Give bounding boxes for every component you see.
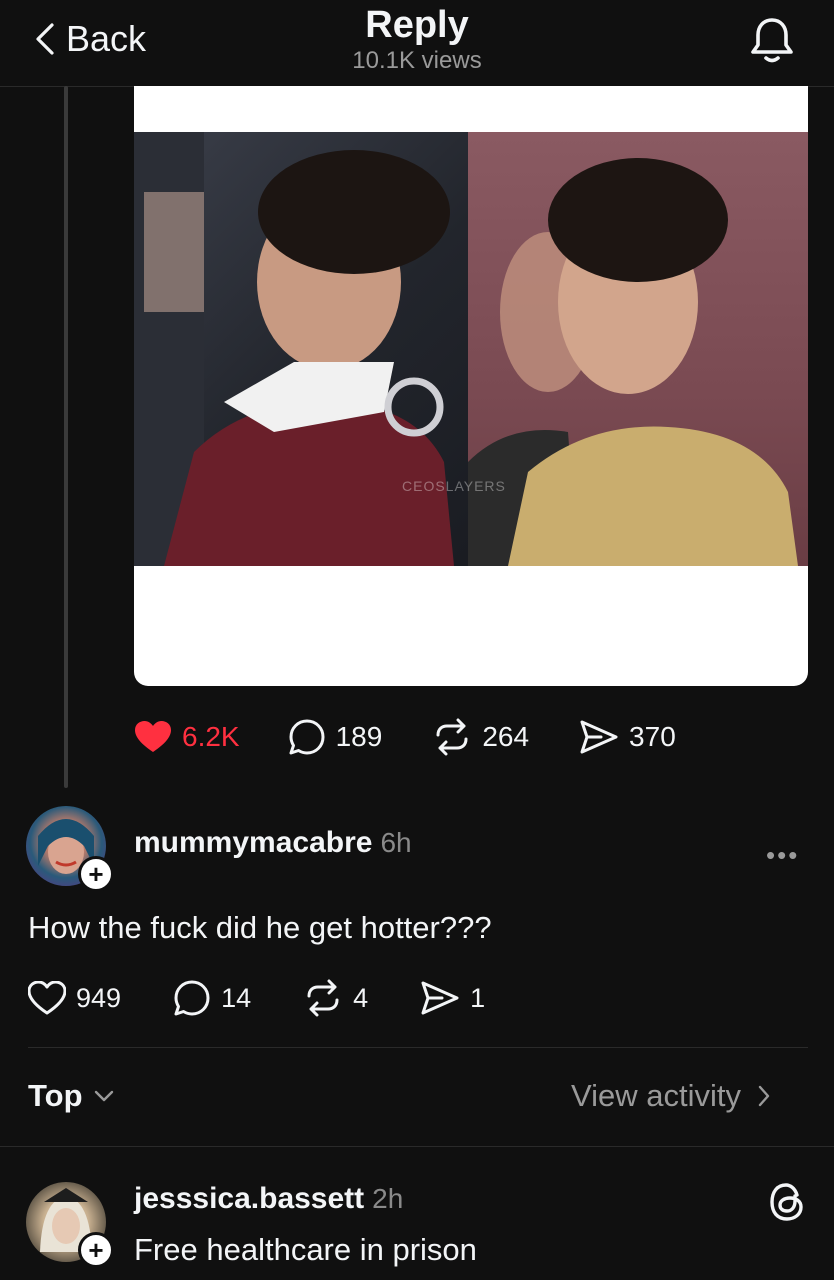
more-options-button[interactable]: •••	[766, 840, 799, 871]
post-actions: 6.2K 189 264 370	[134, 716, 676, 758]
comment-button[interactable]: 14	[173, 979, 251, 1017]
more-dots-icon: •••	[766, 840, 800, 870]
timestamp: 2h	[372, 1183, 404, 1214]
like-button[interactable]: 6.2K	[134, 720, 240, 754]
comment-count: 189	[335, 721, 383, 752]
share-count: 1	[470, 982, 486, 1013]
view-activity-label: View activity	[571, 1078, 741, 1113]
page-header: Reply 10.1K views	[0, 4, 834, 76]
threads-logo-icon[interactable]	[768, 1182, 806, 1222]
divider	[28, 1047, 808, 1048]
view-count: 10.1K views	[352, 47, 482, 74]
repost-icon	[307, 979, 339, 1017]
follow-button[interactable]: +	[78, 856, 114, 892]
image-watermark: CEOSLAYERS	[402, 478, 506, 494]
share-count: 370	[629, 721, 676, 752]
like-button[interactable]: 949	[28, 981, 121, 1015]
photo-right	[468, 132, 808, 566]
heart-icon	[28, 981, 66, 1015]
send-icon	[421, 981, 459, 1015]
chevron-down-icon	[94, 1090, 113, 1102]
like-count: 6.2K	[182, 721, 240, 752]
share-button[interactable]: 1	[420, 980, 485, 1016]
comment-count: 14	[221, 982, 252, 1013]
sort-dropdown[interactable]: Top	[28, 1078, 115, 1114]
heart-icon	[135, 721, 171, 752]
repost-button[interactable]: 264	[432, 718, 529, 756]
send-icon	[580, 720, 618, 754]
sort-label: Top	[28, 1078, 83, 1113]
follow-button[interactable]: +	[78, 1232, 114, 1268]
repost-count: 264	[482, 721, 530, 752]
reply-text: How the fuck did he get hotter???	[28, 910, 492, 945]
bell-icon[interactable]	[748, 14, 796, 66]
like-count: 949	[76, 982, 122, 1013]
repost-count: 4	[353, 982, 369, 1013]
reply-meta: mummymacabre 6h	[134, 826, 412, 860]
view-activity-link[interactable]: View activity	[571, 1078, 771, 1114]
timestamp: 6h	[380, 827, 412, 858]
divider	[0, 1146, 834, 1147]
comment-button[interactable]: 189	[288, 718, 383, 756]
comment-bubble-icon	[289, 719, 325, 755]
chevron-right-icon	[758, 1085, 770, 1107]
reply-text: Free healthcare in prison	[134, 1232, 477, 1267]
username[interactable]: mummymacabre	[134, 826, 372, 859]
repost-button[interactable]: 4	[303, 979, 368, 1017]
username[interactable]: jesssica.bassett	[134, 1182, 364, 1215]
share-button[interactable]: 370	[579, 719, 676, 755]
photo-left	[134, 132, 468, 566]
reply-meta: jesssica.bassett 2h	[134, 1182, 403, 1216]
reply-actions: 949 14 4 1	[28, 978, 485, 1018]
post-image[interactable]: CEOSLAYERS	[134, 86, 808, 686]
page-title: Reply	[365, 4, 469, 46]
thread-connector-line	[64, 86, 68, 788]
comment-bubble-icon	[174, 980, 210, 1016]
repost-icon	[436, 718, 468, 756]
